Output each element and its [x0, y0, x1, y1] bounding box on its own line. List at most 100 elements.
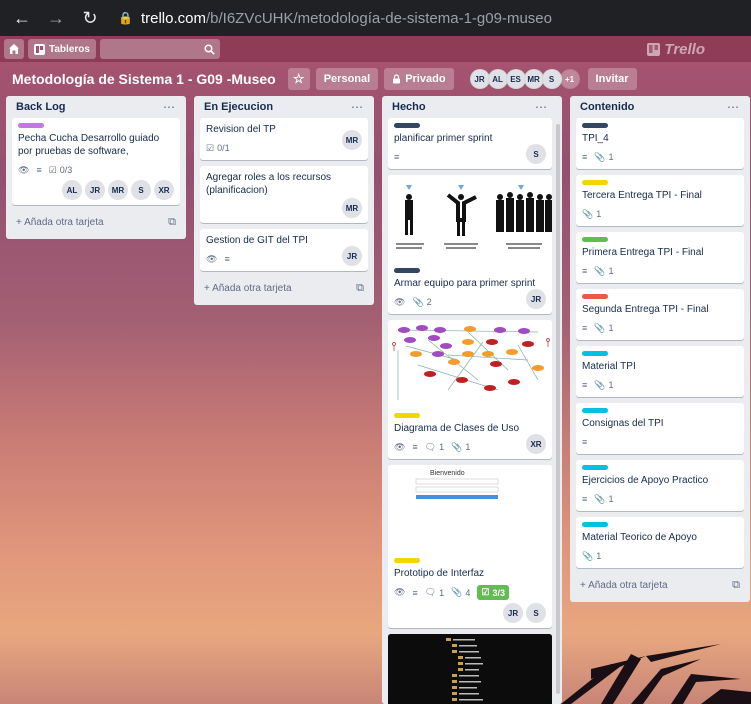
card-members: AL JR MR S XR	[18, 180, 174, 200]
card-member-avatar[interactable]: JR	[85, 180, 105, 200]
card[interactable]	[388, 634, 552, 704]
card-label-sky[interactable]	[582, 351, 608, 356]
back-arrow-icon[interactable]: ←	[8, 4, 36, 32]
card-member-avatar[interactable]: MR	[108, 180, 128, 200]
card-title: Agregar roles a los recursos (planificac…	[206, 172, 332, 196]
card-title: Material Teorico de Apoyo	[582, 532, 697, 543]
card-member-avatar[interactable]: JR	[503, 603, 523, 623]
list-title[interactable]: Back Log	[16, 101, 66, 113]
card[interactable]: Material TPI ≡ 📎 1	[576, 346, 744, 397]
card-label-yellow[interactable]	[582, 180, 608, 185]
card[interactable]: Primera Entrega TPI - Final ≡ 📎 1	[576, 232, 744, 283]
card-template-icon[interactable]: ⧉	[732, 579, 740, 592]
card-member-avatar[interactable]: S	[131, 180, 151, 200]
card-title: Diagrama de Clases de Uso	[394, 423, 520, 434]
home-button[interactable]	[4, 39, 24, 59]
card[interactable]: Diagrama de Clases de Uso 👁 ≡ 🗨 1 📎 1 XR	[388, 320, 552, 459]
card-label-navy[interactable]	[394, 268, 420, 273]
card[interactable]: TPI_4 ≡ 📎 1	[576, 118, 744, 169]
card[interactable]: Consignas del TPI ≡	[576, 403, 744, 454]
board-member-avatar[interactable]: AL	[487, 69, 508, 89]
address-bar[interactable]: 🔒 trello.com/b/I6ZVcUHK/metodología-de-s…	[118, 4, 743, 32]
card[interactable]: planificar primer sprint ≡ S	[388, 118, 552, 169]
forward-arrow-icon[interactable]: →	[42, 4, 70, 32]
card-member-avatar[interactable]: MR	[342, 198, 362, 218]
card-title: Armar equipo para primer sprint	[394, 278, 536, 289]
card[interactable]: Pecha Cucha Desarrollo guiado por prueba…	[12, 118, 180, 205]
card[interactable]: Bienvenido Prototipo de Interfaz 👁 ≡ 🗨 1 …	[388, 465, 552, 628]
card[interactable]: Armar equipo para primer sprint 👁 📎 2 JR	[388, 175, 552, 314]
card-template-icon[interactable]: ⧉	[168, 216, 176, 229]
card-badges: ☑ 0/1	[206, 141, 362, 155]
more-members-badge[interactable]: +1	[559, 69, 580, 89]
search-input[interactable]	[99, 39, 220, 59]
list-menu-icon[interactable]: ⋯	[535, 100, 548, 114]
board-member-avatar[interactable]: JR	[469, 69, 490, 89]
reload-icon[interactable]: ↻	[76, 4, 104, 32]
star-button[interactable]: ☆	[287, 68, 310, 90]
card-member-avatar[interactable]: JR	[342, 246, 362, 266]
card[interactable]: Segunda Entrega TPI - Final ≡ 📎 1	[576, 289, 744, 340]
card-member-avatar[interactable]: XR	[154, 180, 174, 200]
board-header: Metodología de Sistema 1 - G09 -Museo ☆ …	[0, 62, 751, 96]
description-icon: ≡	[582, 380, 588, 390]
card-title: Segunda Entrega TPI - Final	[582, 304, 709, 315]
checklist-icon: ☑	[206, 142, 215, 153]
attachment-badge: 📎 1	[594, 323, 613, 334]
list-scrollbar[interactable]	[556, 124, 560, 694]
card-label-red[interactable]	[582, 294, 608, 299]
board-member-avatar[interactable]: MR	[523, 69, 544, 89]
card-label-purple[interactable]	[18, 123, 44, 128]
add-card-button[interactable]: + Añada otra tarjeta ⧉	[576, 574, 744, 596]
card-member-avatar[interactable]: JR	[526, 289, 546, 309]
card-label-navy[interactable]	[394, 123, 420, 128]
board-title[interactable]: Metodología de Sistema 1 - G09 -Museo	[12, 71, 276, 87]
card-badges: 📎 1	[582, 207, 738, 221]
card-member-avatar[interactable]: S	[526, 144, 546, 164]
list-menu-icon[interactable]: ⋯	[163, 100, 176, 114]
list-menu-icon[interactable]: ⋯	[727, 100, 740, 114]
card[interactable]: Tercera Entrega TPI - Final 📎 1	[576, 175, 744, 226]
list-title[interactable]: En Ejecucion	[204, 101, 273, 113]
list-title[interactable]: Hecho	[392, 101, 426, 113]
card[interactable]: Gestion de GIT del TPI 👁 ≡ JR	[200, 229, 368, 271]
privacy-button[interactable]: Privado	[384, 68, 454, 90]
card-label-navy[interactable]	[582, 123, 608, 128]
card[interactable]: Revision del TP ☑ 0/1 MR	[200, 118, 368, 160]
card-badges: 👁 ≡ ☑ 0/3	[18, 163, 174, 177]
card-label-sky[interactable]	[582, 408, 608, 413]
attachment-badge: 📎 2	[412, 297, 431, 308]
card-label-sky[interactable]	[582, 522, 608, 527]
url-host: trello.com	[140, 9, 206, 27]
card[interactable]: Material Teorico de Apoyo 📎 1	[576, 517, 744, 568]
card-member-avatar[interactable]: MR	[342, 130, 362, 150]
board-member-avatar[interactable]: S	[541, 69, 562, 89]
card[interactable]: Ejercicios de Apoyo Practico ≡ 📎 1	[576, 460, 744, 511]
list-en-ejecucion: En Ejecucion ⋯ Revision del TP ☑ 0/1 MR A…	[194, 96, 374, 305]
list-menu-icon[interactable]: ⋯	[351, 100, 364, 114]
list-title[interactable]: Contenido	[580, 101, 634, 113]
boards-button[interactable]: Tableros	[28, 39, 96, 59]
card-member-avatar[interactable]: S	[526, 603, 546, 623]
attachment-badge: 📎 1	[594, 152, 613, 163]
card-member-avatar[interactable]: AL	[62, 180, 82, 200]
paperclip-icon: 📎	[412, 296, 424, 307]
trello-logo[interactable]: Trello	[647, 41, 705, 58]
card-badges: ≡ 📎 1	[582, 264, 738, 278]
add-card-button[interactable]: + Añada otra tarjeta ⧉	[200, 277, 368, 299]
description-icon: ≡	[224, 254, 230, 264]
card-label-yellow[interactable]	[394, 558, 420, 563]
add-card-button[interactable]: + Añada otra tarjeta ⧉	[12, 211, 180, 233]
invite-button[interactable]: Invitar	[587, 68, 637, 90]
card-template-icon[interactable]: ⧉	[356, 282, 364, 295]
card[interactable]: Agregar roles a los recursos (planificac…	[200, 166, 368, 223]
board-member-avatar[interactable]: ES	[505, 69, 526, 89]
card-member-avatar[interactable]: XR	[526, 434, 546, 454]
personal-button[interactable]: Personal	[315, 68, 379, 90]
description-icon: ≡	[582, 437, 588, 447]
paperclip-icon: 📎	[594, 322, 606, 333]
card-label-yellow[interactable]	[394, 413, 420, 418]
card-label-sky[interactable]	[582, 465, 608, 470]
card-label-green[interactable]	[582, 237, 608, 242]
card-title: Material TPI	[582, 361, 636, 372]
